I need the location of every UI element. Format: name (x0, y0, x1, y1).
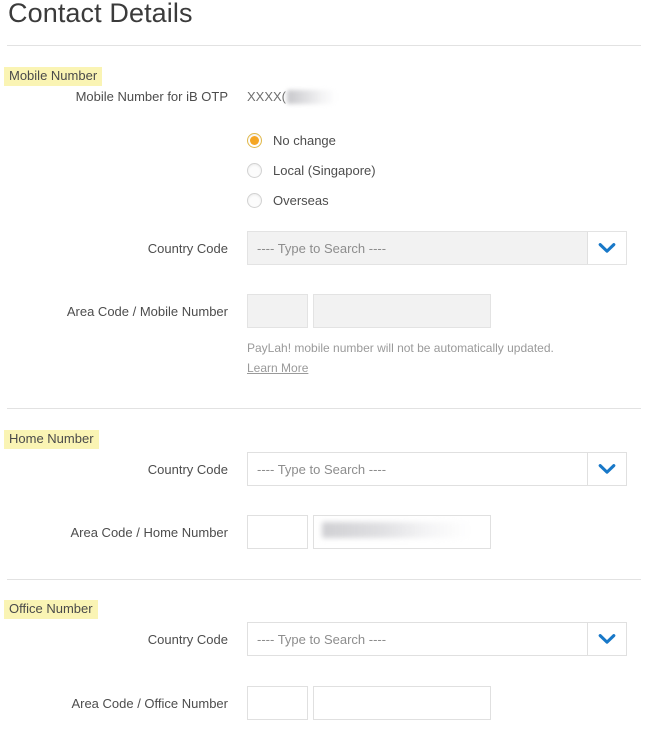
label-mobile-number-for-ib-otp: Mobile Number for iB OTP (75, 89, 228, 104)
input-mobile-number[interactable] (313, 294, 491, 328)
input-mobile-area-code[interactable] (247, 294, 308, 328)
label-area-code-mobile-number: Area Code / Mobile Number (66, 304, 228, 319)
select-home-country-code-placeholder: ---- Type to Search ---- (257, 461, 387, 477)
paylah-note-text: PayLah! mobile number will not be automa… (247, 341, 554, 355)
otp-masked-text: XXXX( (247, 89, 287, 104)
section-heading-home-number: Home Number (4, 430, 99, 449)
redacted-blur-overlay (287, 89, 336, 104)
title-divider (7, 45, 641, 46)
redacted-blur-overlay (322, 522, 470, 538)
select-home-country-code[interactable]: ---- Type to Search ---- (247, 452, 627, 486)
chevron-down-icon[interactable] (587, 453, 626, 485)
select-office-country-code[interactable]: ---- Type to Search ---- (247, 622, 627, 656)
label-office-country-code: Country Code (147, 632, 228, 647)
section-divider-office (7, 579, 641, 580)
input-office-number[interactable] (313, 686, 491, 720)
input-home-number[interactable] (313, 515, 491, 549)
input-office-area-code[interactable] (247, 686, 308, 720)
select-mobile-country-code-placeholder: ---- Type to Search ---- (257, 240, 387, 256)
chevron-down-icon[interactable] (587, 232, 626, 264)
label-mobile-country-code: Country Code (147, 241, 228, 256)
contact-details-page: Contact Details Mobile Number Mobile Num… (0, 0, 663, 742)
select-mobile-country-code[interactable]: ---- Type to Search ---- (247, 231, 627, 265)
chevron-down-icon[interactable] (587, 623, 626, 655)
section-heading-mobile-number: Mobile Number (4, 67, 103, 86)
section-heading-office-number: Office Number (4, 600, 98, 619)
radio-dot-icon[interactable] (247, 162, 262, 178)
value-mobile-number-for-ib-otp: XXXX( (247, 88, 336, 105)
radio-label-no-change: No change (273, 132, 336, 148)
input-home-area-code[interactable] (247, 515, 308, 549)
radio-label-overseas: Overseas (273, 192, 329, 208)
label-home-country-code: Country Code (147, 462, 228, 477)
select-office-country-code-placeholder: ---- Type to Search ---- (257, 631, 387, 647)
label-area-code-home-number: Area Code / Home Number (70, 525, 228, 540)
radio-option-overseas[interactable]: Overseas (247, 185, 376, 215)
radio-label-local-singapore: Local (Singapore) (273, 162, 376, 178)
radio-group-mobile-change-type[interactable]: No change Local (Singapore) Overseas (247, 125, 376, 215)
radio-option-local-singapore[interactable]: Local (Singapore) (247, 155, 376, 185)
page-title: Contact Details (8, 0, 193, 28)
section-divider-home (7, 408, 641, 409)
radio-dot-icon[interactable] (247, 192, 262, 208)
radio-dot-icon[interactable] (247, 132, 262, 148)
radio-option-no-change[interactable]: No change (247, 125, 376, 155)
learn-more-link[interactable]: Learn More (247, 360, 308, 377)
label-area-code-office-number: Area Code / Office Number (71, 696, 228, 711)
